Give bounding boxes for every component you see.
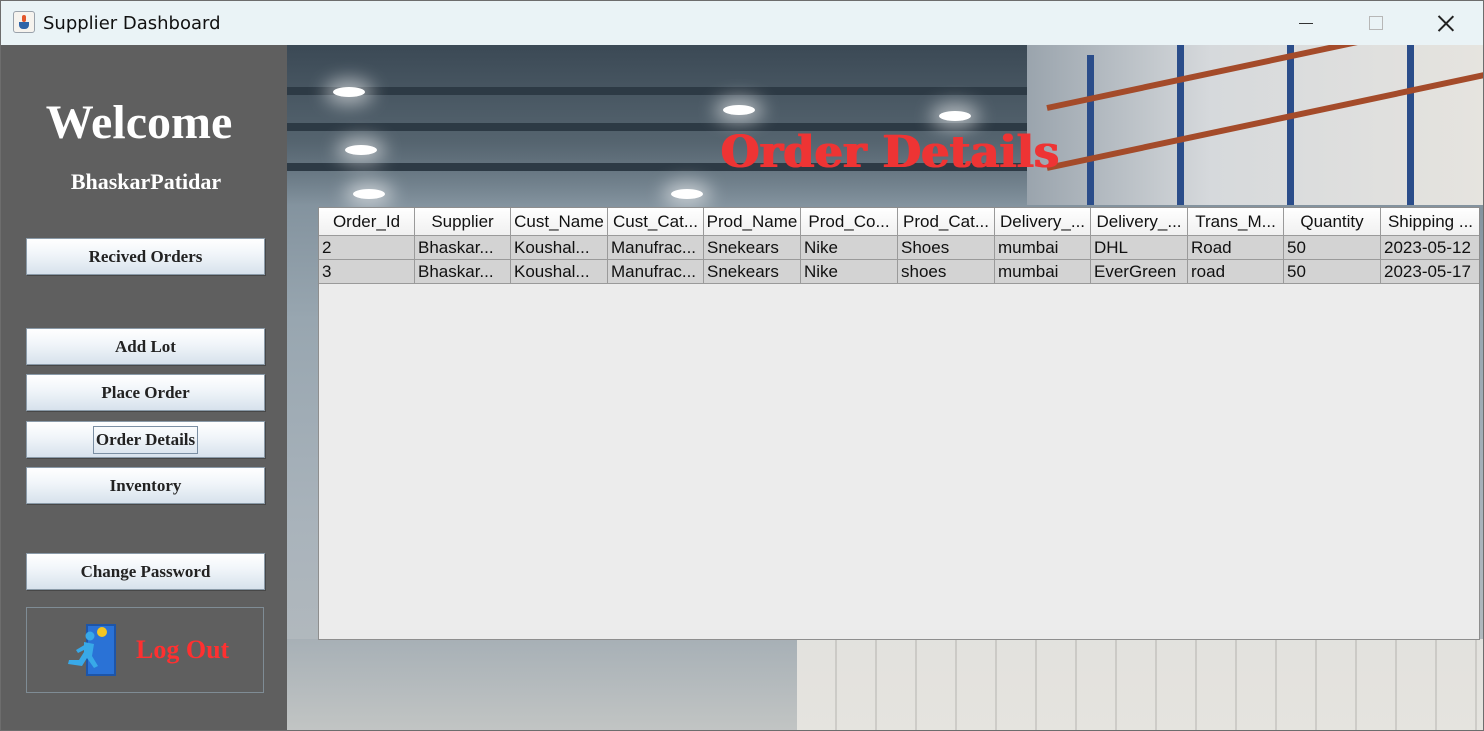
page-title: Order Details — [721, 127, 1060, 178]
order-details-button[interactable]: Order Details — [26, 421, 265, 458]
minimize-button[interactable] — [1271, 1, 1341, 45]
welcome-heading: Welcome — [45, 96, 233, 149]
inventory-label: Inventory — [109, 475, 182, 495]
column-header[interactable]: Prod_Co... — [801, 208, 898, 236]
logout-label: Log Out — [136, 635, 230, 664]
window-title: Supplier Dashboard — [43, 13, 221, 34]
table-row[interactable]: 3 Bhaskar... Koushal... Manufrac... Snek… — [319, 260, 1479, 284]
table-cell: Manufrac... — [608, 236, 704, 260]
change-password-label: Change Password — [80, 561, 211, 581]
column-header[interactable]: Order_Id — [319, 208, 415, 236]
table-cell: Snekears — [704, 236, 801, 260]
table-cell: 50 — [1284, 260, 1381, 284]
change-password-button[interactable]: Change Password — [26, 553, 265, 590]
column-header[interactable]: Prod_Name — [704, 208, 801, 236]
table-cell: 3 — [319, 260, 415, 284]
add-lot-label: Add Lot — [115, 336, 176, 356]
table-cell: shoes — [898, 260, 995, 284]
close-button[interactable] — [1411, 1, 1481, 45]
table-cell: Manufrac... — [608, 260, 704, 284]
column-header[interactable]: Cust_Name — [511, 208, 608, 236]
table-cell: Road — [1188, 236, 1284, 260]
table-header: Order_Id Supplier Cust_Name Cust_Cat... … — [319, 208, 1479, 236]
place-order-label: Place Order — [101, 382, 190, 402]
column-header[interactable]: Cust_Cat... — [608, 208, 704, 236]
table-cell: Koushal... — [511, 260, 608, 284]
table-cell: Koushal... — [511, 236, 608, 260]
table-cell: DHL — [1091, 236, 1188, 260]
order-details-label: Order Details — [92, 425, 199, 454]
warehouse-background — [287, 45, 1067, 205]
table-cell: mumbai — [995, 260, 1091, 284]
app-window: Supplier Dashboard Welcome BhaskarPatida… — [0, 0, 1484, 731]
column-header[interactable]: Trans_M... — [1188, 208, 1284, 236]
received-orders-label: Recived Orders — [88, 246, 203, 266]
sidebar: Welcome BhaskarPatidar Recived Orders Ad… — [1, 45, 287, 730]
table-cell: mumbai — [995, 236, 1091, 260]
orders-table[interactable]: Order_Id Supplier Cust_Name Cust_Cat... … — [318, 207, 1480, 640]
table-cell: 2 — [319, 236, 415, 260]
username-label: BhaskarPatidar — [70, 169, 222, 194]
inventory-button[interactable]: Inventory — [26, 467, 265, 504]
maximize-button[interactable] — [1341, 1, 1411, 45]
column-header[interactable]: Delivery_... — [1091, 208, 1188, 236]
table-body: 2 Bhaskar... Koushal... Manufrac... Snek… — [319, 236, 1479, 284]
column-header[interactable]: Prod_Cat... — [898, 208, 995, 236]
floor-boxes — [797, 639, 1483, 730]
table-cell: Nike — [801, 260, 898, 284]
column-header[interactable]: Shipping ... — [1381, 208, 1479, 236]
place-order-button[interactable]: Place Order — [26, 374, 265, 411]
title-bar: Supplier Dashboard — [1, 1, 1483, 45]
table-cell: Bhaskar... — [415, 260, 511, 284]
table-cell: Snekears — [704, 260, 801, 284]
logout-button[interactable]: Log Out — [26, 607, 264, 693]
close-icon — [1437, 14, 1455, 32]
storage-racks — [1027, 45, 1483, 205]
column-header[interactable]: Supplier — [415, 208, 511, 236]
add-lot-button[interactable]: Add Lot — [26, 328, 265, 365]
table-cell: road — [1188, 260, 1284, 284]
column-header[interactable]: Delivery_... — [995, 208, 1091, 236]
table-cell: Shoes — [898, 236, 995, 260]
minimize-icon — [1299, 22, 1313, 24]
java-app-icon — [13, 11, 35, 33]
table-row[interactable]: 2 Bhaskar... Koushal... Manufrac... Snek… — [319, 236, 1479, 260]
exit-door-runner-icon — [64, 622, 124, 678]
table-cell: 50 — [1284, 236, 1381, 260]
received-orders-button[interactable]: Recived Orders — [26, 238, 265, 275]
table-cell: EverGreen — [1091, 260, 1188, 284]
maximize-icon — [1369, 16, 1383, 30]
table-cell: Nike — [801, 236, 898, 260]
table-cell: 2023-05-12 — [1381, 236, 1479, 260]
table-cell: 2023-05-17 — [1381, 260, 1479, 284]
column-header[interactable]: Quantity — [1284, 208, 1381, 236]
table-cell: Bhaskar... — [415, 236, 511, 260]
